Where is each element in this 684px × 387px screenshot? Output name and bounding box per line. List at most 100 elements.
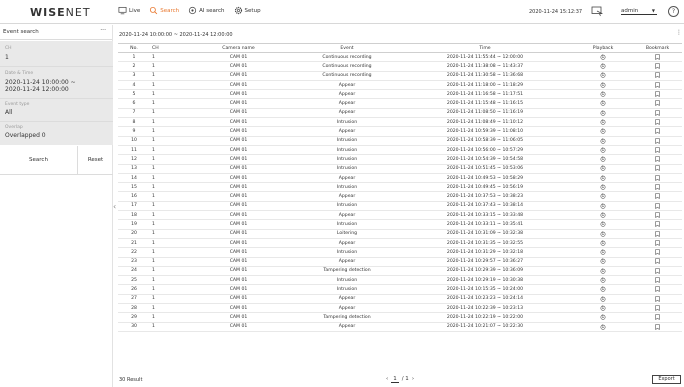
row-bookmark[interactable] bbox=[633, 108, 682, 119]
row-bookmark[interactable] bbox=[633, 284, 682, 295]
row-bookmark[interactable] bbox=[633, 98, 682, 109]
row-bookmark[interactable] bbox=[633, 126, 682, 137]
table-row[interactable]: 3 1 CAM 01 Continuous recording 2020-11-24 1… bbox=[118, 71, 682, 81]
row-bookmark[interactable] bbox=[633, 182, 682, 193]
nav-search[interactable]: Search bbox=[149, 6, 179, 15]
playback-icon[interactable] bbox=[600, 156, 606, 162]
playback-icon[interactable] bbox=[600, 91, 606, 97]
collapse-panel-icon[interactable]: ‹ bbox=[113, 202, 116, 211]
row-bookmark[interactable] bbox=[633, 191, 682, 202]
row-playback[interactable] bbox=[573, 210, 633, 221]
row-bookmark[interactable] bbox=[633, 312, 682, 323]
row-playback[interactable] bbox=[573, 108, 633, 119]
playback-icon[interactable] bbox=[600, 72, 606, 79]
row-bookmark[interactable] bbox=[633, 164, 682, 174]
reset-button[interactable]: Reset bbox=[78, 146, 113, 174]
table-row[interactable]: 11 1 CAM 01 Intrusion 2020-11-24 10:56:00 ~ … bbox=[118, 145, 682, 156]
row-playback[interactable] bbox=[573, 126, 633, 137]
row-playback[interactable] bbox=[573, 284, 633, 295]
bookmark-icon[interactable] bbox=[655, 119, 660, 125]
playback-icon[interactable] bbox=[600, 138, 606, 144]
row-playback[interactable] bbox=[573, 294, 633, 305]
bookmark-icon[interactable] bbox=[655, 165, 660, 172]
bookmark-icon[interactable] bbox=[655, 137, 660, 144]
bookmark-icon[interactable] bbox=[655, 54, 660, 60]
table-row[interactable]: 12 1 CAM 01 Intrusion 2020-11-24 10:54:39 ~ … bbox=[118, 154, 682, 165]
row-playback[interactable] bbox=[573, 266, 633, 277]
bookmark-icon[interactable] bbox=[655, 230, 660, 237]
playback-icon[interactable] bbox=[600, 286, 606, 292]
playback-icon[interactable] bbox=[600, 277, 606, 283]
row-playback[interactable] bbox=[573, 191, 633, 202]
filter-datetime[interactable]: Date & Time 2020-11-24 10:00:00 ~ 2020-1… bbox=[0, 67, 113, 97]
table-row[interactable]: 5 1 CAM 01 Appear 2020-11-24 11:16:58 ~ 11:1… bbox=[118, 89, 682, 100]
row-bookmark[interactable] bbox=[633, 80, 682, 91]
more-options-icon[interactable]: ··· bbox=[100, 27, 106, 34]
playback-icon[interactable] bbox=[600, 82, 606, 88]
row-playback[interactable] bbox=[573, 164, 633, 174]
row-playback[interactable] bbox=[573, 117, 633, 128]
row-bookmark[interactable] bbox=[633, 294, 682, 305]
row-bookmark[interactable] bbox=[633, 247, 682, 258]
bookmark-icon[interactable] bbox=[655, 156, 660, 163]
table-row[interactable]: 28 1 CAM 01 Appear 2020-11-24 10:22:39 ~ 10:… bbox=[118, 303, 682, 314]
filter-channel[interactable]: CH 1 bbox=[0, 41, 113, 66]
playback-icon[interactable] bbox=[600, 324, 606, 330]
bookmark-icon[interactable] bbox=[655, 184, 660, 191]
table-row[interactable]: 16 1 CAM 01 Appear 2020-11-24 10:37:53 ~ 10:… bbox=[118, 191, 682, 202]
row-playback[interactable] bbox=[573, 238, 633, 249]
row-bookmark[interactable] bbox=[633, 229, 682, 239]
row-playback[interactable] bbox=[573, 80, 633, 91]
playback-icon[interactable] bbox=[600, 100, 606, 107]
row-playback[interactable] bbox=[573, 275, 633, 286]
playback-icon[interactable] bbox=[600, 128, 606, 134]
search-button[interactable]: Search bbox=[0, 146, 78, 174]
playback-icon[interactable] bbox=[600, 203, 606, 209]
playback-icon[interactable] bbox=[600, 258, 606, 265]
playback-icon[interactable] bbox=[600, 249, 606, 255]
row-bookmark[interactable] bbox=[633, 238, 682, 249]
filter-event-type[interactable]: Event type All bbox=[0, 99, 113, 121]
row-playback[interactable] bbox=[573, 247, 633, 258]
table-row[interactable]: 7 1 CAM 01 Appear 2020-11-24 11:08:50 ~ 11:1… bbox=[118, 108, 682, 119]
table-row[interactable]: 29 1 CAM 01 Tampering detection 2020-11-24 1… bbox=[118, 312, 682, 323]
table-row[interactable]: 2 1 CAM 01 Continuous recording 2020-11-24 1… bbox=[118, 61, 682, 72]
table-row[interactable]: 17 1 CAM 01 Intrusion 2020-11-24 10:37:43 ~ … bbox=[118, 201, 682, 212]
playback-icon[interactable] bbox=[600, 147, 606, 153]
playback-icon[interactable] bbox=[600, 314, 606, 320]
row-playback[interactable] bbox=[573, 154, 633, 165]
row-playback[interactable] bbox=[573, 52, 633, 63]
help-icon[interactable]: ? bbox=[668, 6, 679, 17]
bookmark-icon[interactable] bbox=[655, 109, 660, 116]
filter-overlap[interactable]: Overlap Overlapped 0 bbox=[0, 122, 113, 145]
bookmark-icon[interactable] bbox=[655, 305, 660, 311]
row-playback[interactable] bbox=[573, 322, 633, 332]
row-playback[interactable] bbox=[573, 257, 633, 267]
prev-page-icon[interactable]: ‹ bbox=[386, 376, 388, 383]
row-bookmark[interactable] bbox=[633, 145, 682, 156]
row-bookmark[interactable] bbox=[633, 61, 682, 72]
playback-icon[interactable] bbox=[600, 175, 606, 181]
table-row[interactable]: 26 1 CAM 01 Intrusion 2020-11-24 10:15:35 ~ … bbox=[118, 284, 682, 295]
bookmark-icon[interactable] bbox=[655, 221, 660, 228]
playback-icon[interactable] bbox=[600, 231, 606, 237]
bookmark-icon[interactable] bbox=[655, 202, 660, 209]
nav-setup[interactable]: Setup bbox=[234, 6, 261, 15]
playback-icon[interactable] bbox=[600, 268, 606, 274]
bookmark-icon[interactable] bbox=[655, 323, 660, 330]
row-bookmark[interactable] bbox=[633, 210, 682, 221]
bookmark-icon[interactable] bbox=[655, 63, 660, 70]
bookmark-icon[interactable] bbox=[655, 81, 660, 88]
row-playback[interactable] bbox=[573, 89, 633, 100]
playback-icon[interactable] bbox=[600, 193, 606, 200]
playback-icon[interactable] bbox=[600, 110, 606, 116]
row-bookmark[interactable] bbox=[633, 303, 682, 314]
nav-ai-search[interactable]: AI search bbox=[188, 6, 225, 15]
table-row[interactable]: 25 1 CAM 01 Intrusion 2020-11-24 10:29:19 ~ … bbox=[118, 275, 682, 286]
bookmark-icon[interactable] bbox=[655, 258, 660, 265]
playback-icon[interactable] bbox=[600, 165, 606, 172]
playback-icon[interactable] bbox=[600, 54, 606, 60]
bookmark-icon[interactable] bbox=[655, 128, 660, 135]
playback-icon[interactable] bbox=[600, 212, 606, 218]
table-row[interactable]: 4 1 CAM 01 Appear 2020-11-24 11:18:00 ~ 11:1… bbox=[118, 80, 682, 91]
